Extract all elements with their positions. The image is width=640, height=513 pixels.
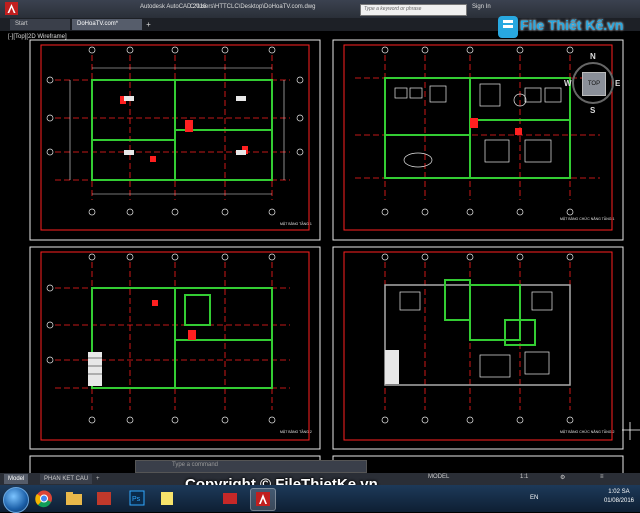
viewcube-south[interactable]: S (590, 106, 595, 115)
sheet-frame (332, 455, 624, 473)
crosshair-cursor (622, 422, 640, 440)
start-button[interactable] (3, 487, 29, 513)
search-placeholder: Type a keyword or phrase (364, 6, 422, 12)
new-tab-button[interactable]: + (143, 19, 154, 30)
gear-icon[interactable]: ⚙ (560, 474, 565, 481)
command-placeholder: Type a command (172, 462, 219, 468)
brand-text: File Thiết Kế.vn (520, 17, 624, 33)
notes-icon[interactable] (155, 488, 179, 509)
model-space[interactable]: MẶT BẰNG TẦNG 1 MẶT BẰNG CHỨC NĂNG TẦNG … (0, 31, 640, 473)
svg-text:Ps: Ps (132, 496, 141, 503)
search-input[interactable]: Type a keyword or phrase (360, 4, 467, 16)
viewcube[interactable]: N W E S TOP (564, 52, 624, 116)
clock-date: 01/08/2016 (603, 498, 634, 504)
viewcube-top-face[interactable]: TOP (582, 72, 606, 96)
explorer-icon[interactable] (62, 488, 86, 509)
floor-plan-furnished-2 (381, 253, 574, 424)
command-line-input[interactable]: Type a command (135, 460, 367, 473)
floor-plan-1 (46, 46, 304, 216)
language-indicator[interactable]: EN (530, 495, 538, 501)
tab-dohoatv[interactable]: DoHoaTV.com* (72, 19, 142, 30)
flag-icon[interactable] (218, 488, 242, 509)
chrome-icon[interactable] (32, 488, 56, 509)
tab-phan-ket-cau[interactable]: PHAN KET CAU (40, 474, 93, 484)
autocad-logo-icon[interactable] (5, 2, 18, 15)
sheet-caption-1: MẶT BẰNG TẦNG 1 (280, 221, 312, 226)
status-model[interactable]: MODEL (428, 474, 449, 480)
sign-in-link[interactable]: Sign In (472, 4, 491, 10)
floor-plan-furnished-1 (355, 46, 600, 216)
windows-taskbar: Ps EN 1:02 SA 01/08/2016 (0, 485, 640, 513)
viewcube-west[interactable]: W (564, 79, 572, 88)
sheet-caption-2: MẶT BẰNG CHỨC NĂNG TẦNG 1 (560, 216, 614, 221)
system-clock[interactable]: 1:02 SA 01/08/2016 (604, 488, 634, 506)
viewport-label[interactable]: [-][Top][2D Wireframe] (8, 34, 67, 40)
add-layout-button[interactable]: + (92, 474, 104, 484)
viewcube-north[interactable]: N (590, 52, 596, 61)
tab-model[interactable]: Model (4, 474, 29, 484)
status-scale[interactable]: 1:1 (520, 474, 528, 480)
sheet-caption-3: MẶT BẰNG TẦNG 2 (280, 429, 312, 434)
app-icon[interactable] (92, 488, 116, 509)
autocad-taskbar-icon[interactable] (250, 488, 276, 511)
photoshop-icon[interactable]: Ps (125, 488, 149, 509)
menu-icon[interactable]: ≡ (600, 474, 604, 480)
file-path: C:\Users\HTTCLC\Desktop\DoHoaTV.com.dwg (190, 4, 316, 10)
sheet-frame (332, 246, 624, 450)
tab-start[interactable]: Start (10, 19, 70, 30)
sheet-caption-4: MẶT BẰNG CHỨC NĂNG TẦNG 2 (560, 429, 614, 434)
clock-time: 1:02 SA (608, 489, 630, 495)
floor-plan-2 (46, 253, 290, 424)
viewcube-east[interactable]: E (615, 79, 620, 88)
